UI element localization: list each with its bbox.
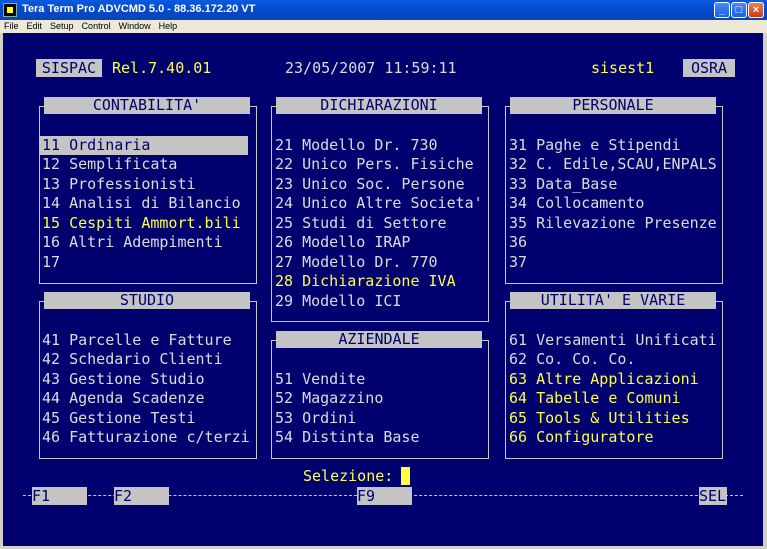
panel-studio-title: STUDIO: [44, 292, 250, 309]
panel-utilita-title: UTILITA' E VARIE: [510, 292, 716, 309]
panel-personale-title: PERSONALE: [510, 97, 716, 114]
minimize-button[interactable]: _: [714, 2, 730, 18]
menu-item-54[interactable]: 54 Distinta Base: [275, 428, 420, 446]
menu-item-42[interactable]: 42 Schedario Clienti: [42, 350, 223, 368]
menu-item-43[interactable]: 43 Gestione Studio: [42, 370, 205, 388]
menu-item-35[interactable]: 35 Rilevazione Presenze: [509, 214, 717, 232]
menu-item-37[interactable]: 37: [509, 253, 527, 271]
f1-key[interactable]: F1: [32, 487, 87, 505]
menu-item-32[interactable]: 32 C. Edile,SCAU,ENPALS: [509, 155, 717, 173]
menu-item-46[interactable]: 46 Fatturazione c/terzi: [42, 428, 250, 446]
menu-item-29[interactable]: 29 Modello ICI: [275, 292, 401, 310]
menu-item-52[interactable]: 52 Magazzino: [275, 389, 383, 407]
panel-contabilita-title: CONTABILITA': [44, 97, 250, 114]
osra-badge: OSRA: [683, 59, 735, 77]
f2-key[interactable]: F2: [114, 487, 169, 505]
menu-item-23[interactable]: 23 Unico Soc. Persone: [275, 175, 465, 193]
menu-item-28[interactable]: 28 Dichiarazione IVA: [275, 272, 456, 290]
menu-item-21[interactable]: 21 Modello Dr. 730: [275, 136, 438, 154]
menu-item-25[interactable]: 25 Studi di Settore: [275, 214, 447, 232]
menu-item-17[interactable]: 17: [42, 253, 60, 271]
menu-item-36[interactable]: 36: [509, 233, 527, 251]
menu-control[interactable]: Control: [78, 20, 115, 31]
menu-item-22[interactable]: 22 Unico Pers. Fisiche: [275, 155, 474, 173]
sispac-badge: SISPAC: [36, 59, 102, 77]
menu-file[interactable]: File: [0, 20, 23, 31]
menu-item-27[interactable]: 27 Modello Dr. 770: [275, 253, 438, 271]
menu-item-62[interactable]: 62 Co. Co. Co.: [509, 350, 635, 368]
menu-setup[interactable]: Setup: [46, 20, 78, 31]
window-title: Tera Term Pro ADVCMD 5.0 - 88.36.172.20 …: [22, 3, 256, 15]
menu-item-61[interactable]: 61 Versamenti Unificati: [509, 331, 717, 349]
text-cursor: [401, 467, 410, 485]
date-time: 23/05/2007 11:59:11: [285, 59, 457, 77]
menu-item-66[interactable]: 66 Configuratore: [509, 428, 654, 446]
menu-help[interactable]: Help: [155, 20, 182, 31]
panel-dichiarazioni-title: DICHIARAZIONI: [276, 97, 482, 114]
user-name: sisest1: [591, 59, 655, 77]
terminal-screen[interactable]: SISPAC Rel.7.40.01 23/05/2007 11:59:11 s…: [3, 33, 763, 546]
menu-item-31[interactable]: 31 Paghe e Stipendi: [509, 136, 681, 154]
menu-item-44[interactable]: 44 Agenda Scadenze: [42, 389, 205, 407]
menu-item-12[interactable]: 12 Semplificata: [42, 155, 177, 173]
menu-item-16[interactable]: 16 Altri Adempimenti: [42, 233, 223, 251]
f9-key[interactable]: F9: [357, 487, 412, 505]
menu-item-15[interactable]: 15 Cespiti Ammort.bili: [42, 214, 241, 232]
selection-label: Selezione:: [303, 467, 394, 485]
menu-item-64[interactable]: 64 Tabelle e Comuni: [509, 389, 681, 407]
teraterm-app-icon[interactable]: [3, 3, 17, 17]
menu-item-53[interactable]: 53 Ordini: [275, 409, 356, 427]
maximize-button[interactable]: □: [731, 2, 747, 18]
menu-item-65[interactable]: 65 Tools & Utilities: [509, 409, 690, 427]
close-button[interactable]: ×: [748, 2, 764, 18]
release-version: Rel.7.40.01: [112, 59, 212, 77]
menu-item-11[interactable]: 11 Ordinaria: [42, 136, 150, 154]
menu-item-63[interactable]: 63 Altre Applicazioni: [509, 370, 699, 388]
menu-item-33[interactable]: 33 Data_Base: [509, 175, 617, 193]
menu-item-13[interactable]: 13 Professionisti: [42, 175, 196, 193]
menu-edit[interactable]: Edit: [23, 20, 47, 31]
window-titlebar[interactable]: Tera Term Pro ADVCMD 5.0 - 88.36.172.20 …: [0, 0, 767, 20]
menu-item-14[interactable]: 14 Analisi di Bilancio: [42, 194, 241, 212]
menu-item-45[interactable]: 45 Gestione Testi: [42, 409, 196, 427]
menu-item-41[interactable]: 41 Parcelle e Fatture: [42, 331, 232, 349]
menu-item-24[interactable]: 24 Unico Altre Societa': [275, 194, 483, 212]
sel-key[interactable]: SEL: [699, 487, 727, 505]
menu-item-26[interactable]: 26 Modello IRAP: [275, 233, 410, 251]
menu-item-51[interactable]: 51 Vendite: [275, 370, 365, 388]
menu-bar: File Edit Setup Control Window Help: [0, 20, 767, 33]
panel-aziendale-title: AZIENDALE: [276, 331, 482, 348]
menu-item-34[interactable]: 34 Collocamento: [509, 194, 644, 212]
menu-window[interactable]: Window: [115, 20, 155, 31]
